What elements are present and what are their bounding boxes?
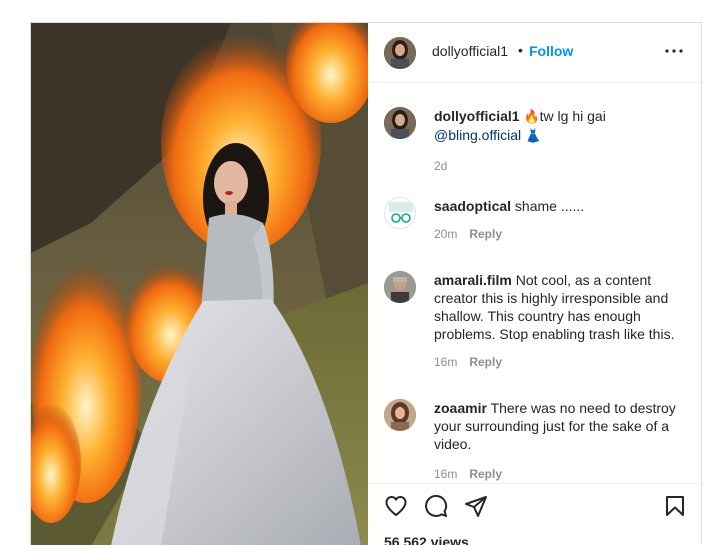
reply-button[interactable]: Reply <box>469 355 502 369</box>
comment-text: shame ...... <box>514 198 585 214</box>
caption-text: tw lg hi gai <box>539 108 606 124</box>
comment-username[interactable]: saadoptical <box>434 198 511 214</box>
comment-username[interactable]: amarali.film <box>434 272 512 288</box>
post-side-panel: dollyofficial1 • Follow dollyofficial1 🔥… <box>368 23 701 545</box>
caption-username[interactable]: dollyofficial1 <box>434 108 520 124</box>
post-media[interactable] <box>31 23 368 545</box>
comment-body: saadoptical shame ...... <box>434 197 694 215</box>
header-username[interactable]: dollyofficial1 <box>432 43 508 59</box>
comment-time[interactable]: 16m <box>434 467 457 481</box>
author-avatar[interactable] <box>384 37 416 69</box>
bookmark-icon[interactable] <box>663 494 687 518</box>
caption-meta: 2d <box>434 159 447 173</box>
heart-icon[interactable] <box>384 494 408 518</box>
post-actions: 56,562 views <box>368 483 701 545</box>
comment-body: zoaamir There was no need to destroy you… <box>434 399 694 453</box>
instagram-post: dollyofficial1 • Follow dollyofficial1 🔥… <box>30 22 702 545</box>
caption-body: dollyofficial1 🔥tw lg hi gai @bling.offi… <box>434 107 694 145</box>
comment-avatar[interactable] <box>384 399 416 431</box>
caption-time[interactable]: 2d <box>434 159 447 173</box>
header-separator: • <box>518 42 523 58</box>
comment-time[interactable]: 20m <box>434 227 457 241</box>
comment-username[interactable]: zoaamir <box>434 400 487 416</box>
fire-emoji: 🔥 <box>523 109 540 124</box>
comment-item: amarali.film Not cool, as a content crea… <box>384 271 684 381</box>
caption-avatar[interactable] <box>384 107 416 139</box>
comment-item: zoaamir There was no need to destroy you… <box>384 399 684 483</box>
comment-avatar[interactable] <box>384 197 416 229</box>
caption: dollyofficial1 🔥tw lg hi gai @bling.offi… <box>384 107 684 197</box>
comment-time[interactable]: 16m <box>434 355 457 369</box>
comment-meta: 20m Reply <box>434 227 502 241</box>
comment-meta: 16m Reply <box>434 467 502 481</box>
more-options-icon[interactable] <box>664 43 684 59</box>
post-photo <box>31 23 368 545</box>
comment-icon[interactable] <box>424 494 448 518</box>
dress-emoji: 👗 <box>525 128 542 143</box>
share-icon[interactable] <box>464 494 488 518</box>
comments-list: dollyofficial1 🔥tw lg hi gai @bling.offi… <box>368 83 701 483</box>
views-count[interactable]: 56,562 views <box>384 534 469 545</box>
comment-avatar[interactable] <box>384 271 416 303</box>
comment-item: saadoptical shame ...... 20m Reply <box>384 197 684 257</box>
glasses-logo-icon <box>385 198 415 228</box>
caption-mention[interactable]: @bling.official <box>434 127 521 143</box>
avatar-image <box>384 107 416 139</box>
reply-button[interactable]: Reply <box>469 467 502 481</box>
comment-meta: 16m Reply <box>434 355 502 369</box>
comment-body: amarali.film Not cool, as a content crea… <box>434 271 694 343</box>
avatar-image <box>384 37 416 69</box>
reply-button[interactable]: Reply <box>469 227 502 241</box>
post-header: dollyofficial1 • Follow <box>368 23 701 83</box>
avatar-image <box>384 399 416 431</box>
page: dollyofficial1 • Follow dollyofficial1 🔥… <box>0 0 704 545</box>
avatar-image <box>384 271 416 303</box>
follow-button[interactable]: Follow <box>529 43 573 59</box>
